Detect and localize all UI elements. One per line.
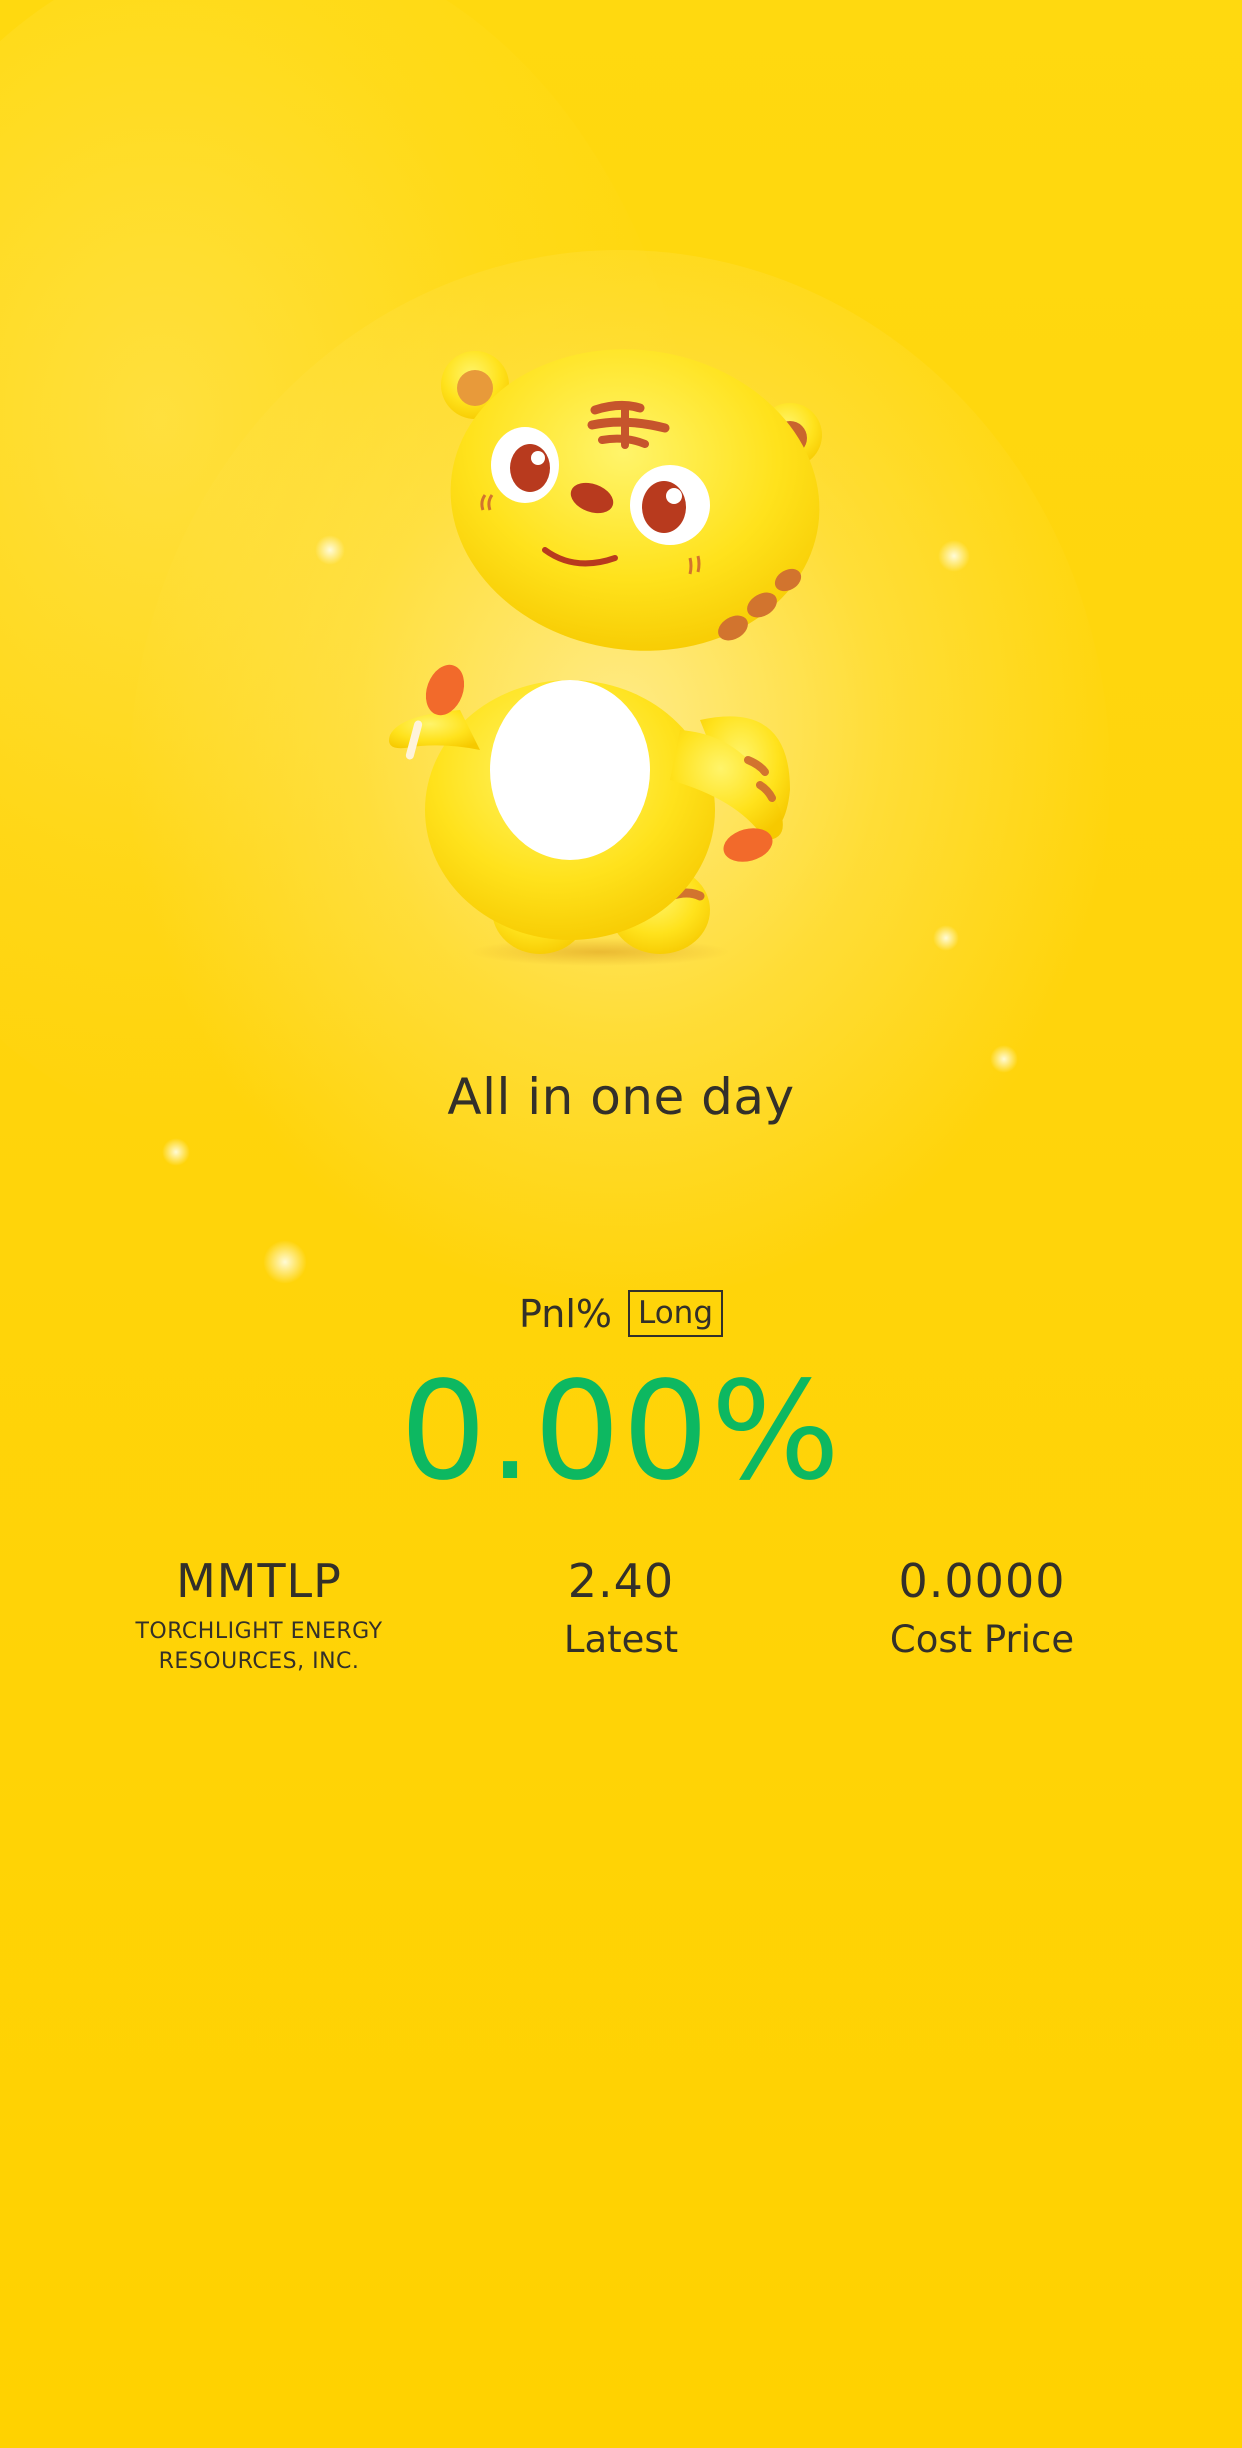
sparkle-decoration — [933, 925, 959, 951]
cost-price-label: Cost Price — [889, 1618, 1075, 1661]
latest-price-label: Latest — [563, 1618, 679, 1661]
sparkle-decoration — [315, 535, 345, 565]
latest-price: 2.40 Latest — [421, 1553, 821, 1665]
company-name: TORCHLIGHT ENERGY RESOURCES, INC. — [135, 1619, 383, 1674]
stock-info: MMTLP TORCHLIGHT ENERGY RESOURCES, INC. — [59, 1553, 459, 1677]
position-badge: Long — [627, 1290, 724, 1337]
cost-price-value: 0.0000 — [898, 1554, 1066, 1608]
cost-price: 0.0000 Cost Price — [782, 1553, 1182, 1665]
sparkle-decoration — [162, 1138, 190, 1166]
tagline: All in one day — [447, 1068, 795, 1126]
sparkle-decoration — [938, 540, 970, 572]
pnl-header: Pnl% Long — [0, 1290, 1242, 1337]
share-card: All in one day Pnl% Long 0.00% MMTLP TOR… — [0, 0, 1242, 2448]
latest-price-value: 2.40 — [567, 1554, 675, 1608]
pnl-value: 0.00% — [399, 1353, 843, 1511]
tiger-mascot-icon — [370, 340, 850, 980]
sparkle-decoration — [263, 1240, 307, 1284]
stock-symbol: MMTLP — [176, 1554, 342, 1608]
pnl-label: Pnl% — [518, 1291, 612, 1336]
